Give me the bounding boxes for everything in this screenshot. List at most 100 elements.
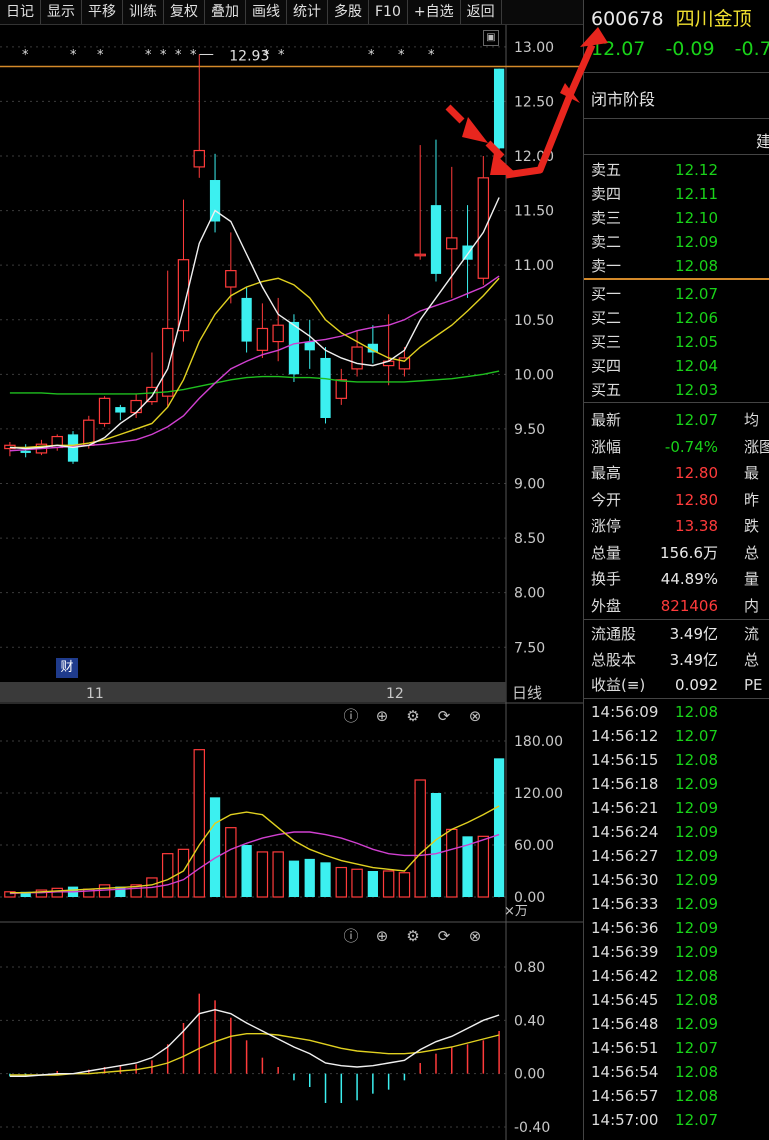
price-tick-label: 8.00	[514, 586, 545, 602]
refresh-icon[interactable]: ⟳	[435, 927, 453, 945]
close-icon[interactable]: ⊗	[466, 707, 484, 725]
candle-body[interactable]	[493, 68, 505, 149]
volume-tick-label: 60.00	[514, 838, 554, 854]
volume-bar[interactable]	[446, 828, 458, 898]
volume-bar[interactable]	[225, 827, 237, 898]
stat-row: 涨幅 -0.74% 涨图	[584, 435, 769, 459]
marker-star: *	[145, 48, 152, 63]
share-row: 总股本 3.49亿 总	[584, 648, 769, 672]
volume-bar[interactable]	[209, 797, 221, 897]
candle-body[interactable]	[320, 357, 331, 418]
marker-star: *	[278, 48, 285, 63]
tick-row-value: 12.07	[675, 1039, 718, 1057]
stat-row-label: 换手	[591, 570, 622, 588]
volume-bar[interactable]	[161, 853, 174, 898]
volume-bar[interactable]	[398, 872, 411, 898]
volume-bar[interactable]	[193, 749, 205, 898]
bid-row-value: 12.07	[675, 285, 718, 303]
candle-body[interactable]	[351, 346, 363, 370]
candle-body[interactable]	[20, 450, 31, 453]
candle-body[interactable]	[477, 177, 490, 279]
candle-body[interactable]	[430, 205, 442, 274]
candle-body[interactable]	[256, 327, 269, 351]
candle-body[interactable]	[98, 397, 111, 425]
volume-bar[interactable]	[382, 870, 395, 898]
candle-body[interactable]	[209, 180, 221, 222]
stat-row: 外盘 821406 内	[584, 594, 769, 618]
candle-body[interactable]	[161, 327, 174, 397]
period-label[interactable]: 日线	[512, 684, 542, 702]
volume-bar[interactable]	[241, 845, 252, 897]
volume-bar[interactable]	[351, 868, 363, 898]
price-tick-label: 7.50	[514, 640, 545, 656]
toolbar-button-5[interactable]: 叠加	[205, 0, 246, 24]
toolbar-button-7[interactable]: 统计	[287, 0, 328, 24]
date-label: 12	[386, 686, 404, 702]
volume-bar[interactable]	[477, 835, 490, 898]
candle-body[interactable]	[414, 253, 426, 257]
candle-body[interactable]	[398, 357, 411, 370]
candle-body[interactable]	[225, 270, 237, 288]
volume-bar[interactable]	[256, 851, 269, 898]
expand-icon[interactable]: ▣	[483, 30, 499, 46]
toolbar-button-9[interactable]: F10	[369, 0, 408, 24]
zoom-icon[interactable]: ⊕	[373, 707, 391, 725]
volume-bar[interactable]	[272, 851, 284, 898]
tick-row: 14:56:45 12.08	[584, 988, 769, 1012]
ask-row-value: 12.09	[675, 233, 718, 251]
toolbar-button-8[interactable]: 多股	[328, 0, 369, 24]
stat-row-right-label: 均	[744, 411, 760, 429]
candle-body[interactable]	[241, 297, 252, 342]
tick-row-label: 14:56:15	[591, 751, 659, 769]
tick-row-label: 14:56:09	[591, 703, 659, 721]
tick-row: 14:56:24 12.09	[584, 820, 769, 844]
candle-body[interactable]	[335, 379, 348, 399]
candle-body[interactable]	[304, 341, 315, 351]
volume-bar[interactable]	[430, 793, 442, 897]
stat-row: 最新 12.07 均	[584, 408, 769, 432]
toolbar-button-0[interactable]: 日记	[0, 0, 41, 24]
macd-tick-label: 0.80	[514, 960, 545, 976]
toolbar-button-11[interactable]: 返回	[461, 0, 502, 24]
kline-chart-area[interactable]: * * * * * * * * * * * *12.93 13.0012.5012.0011.5011…	[0, 25, 583, 1140]
candle-body[interactable]	[193, 149, 205, 168]
gear-icon[interactable]: ⚙	[404, 707, 422, 725]
candle-body[interactable]	[115, 407, 126, 413]
volume-bar[interactable]	[335, 866, 348, 898]
finance-badge[interactable]: 财	[56, 658, 78, 678]
candle-body[interactable]	[446, 237, 458, 250]
toolbar-button-1[interactable]: 显示	[41, 0, 82, 24]
help-icon[interactable]: ⓘ	[342, 927, 360, 945]
close-icon[interactable]: ⊗	[466, 927, 484, 945]
volume-bar[interactable]	[288, 860, 300, 897]
stat-row-value: 12.07	[675, 411, 718, 429]
tick-row: 14:56:12 12.07	[584, 724, 769, 748]
toolbar-button-3[interactable]: 训练	[123, 0, 164, 24]
toolbar-button-10[interactable]: +自选	[408, 0, 461, 24]
stat-row-right-label: 总	[744, 543, 760, 562]
candle-body[interactable]	[288, 321, 300, 375]
price-tick-label: 12.50	[514, 94, 554, 110]
volume-bar[interactable]	[304, 858, 315, 897]
stat-row: 换手 44.89% 量	[584, 567, 769, 591]
candle-body[interactable]	[462, 245, 473, 260]
candle-body[interactable]	[83, 419, 95, 446]
toolbar-button-6[interactable]: 画线	[246, 0, 287, 24]
help-icon[interactable]: ⓘ	[342, 707, 360, 725]
stock-name: 四川金顶	[675, 8, 752, 30]
gear-icon[interactable]: ⚙	[404, 927, 422, 945]
candle-body[interactable]	[272, 324, 284, 343]
volume-bar[interactable]	[414, 779, 426, 898]
zoom-icon[interactable]: ⊕	[373, 927, 391, 945]
tick-row-label: 14:56:18	[591, 775, 659, 793]
toolbar-button-2[interactable]: 平移	[82, 0, 123, 24]
candle-body[interactable]	[130, 399, 142, 414]
ask-row-value: 12.12	[675, 161, 718, 179]
refresh-icon[interactable]: ⟳	[435, 707, 453, 725]
toolbar-button-4[interactable]: 复权	[164, 0, 205, 24]
tick-row-label: 14:56:42	[591, 967, 659, 985]
volume-bar[interactable]	[320, 862, 331, 897]
volume-bar[interactable]	[367, 871, 378, 897]
volume-bar[interactable]	[493, 758, 505, 897]
volume-tick-label: 120.00	[514, 786, 563, 802]
